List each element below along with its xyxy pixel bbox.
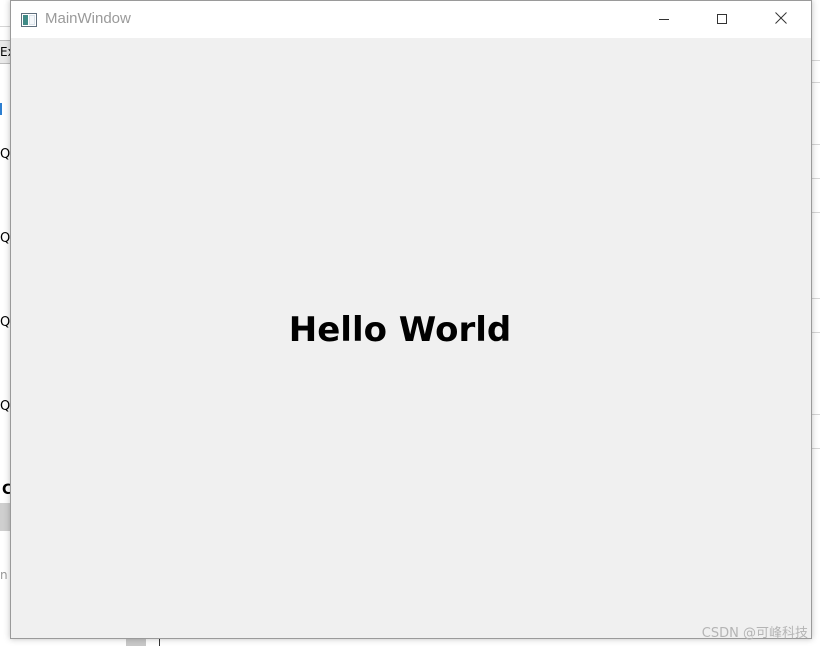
maximize-icon [716, 10, 728, 29]
app-window-icon [21, 12, 37, 27]
hello-label: Hello World [288, 310, 512, 350]
background-divider [159, 638, 160, 646]
minimize-icon [658, 10, 670, 29]
main-window: MainWindow Hello World [10, 0, 812, 639]
close-icon [774, 10, 788, 29]
minimize-button[interactable] [635, 1, 693, 38]
window-client-area: Hello World [11, 38, 811, 638]
title-bar[interactable]: MainWindow [11, 1, 811, 38]
background-scrollbar-thumb[interactable] [126, 638, 146, 646]
window-title: MainWindow [45, 10, 131, 27]
close-button[interactable] [752, 1, 810, 38]
maximize-button[interactable] [693, 1, 751, 38]
background-indicator [0, 103, 2, 115]
watermark: CSDN @可峰科技 [701, 626, 808, 641]
